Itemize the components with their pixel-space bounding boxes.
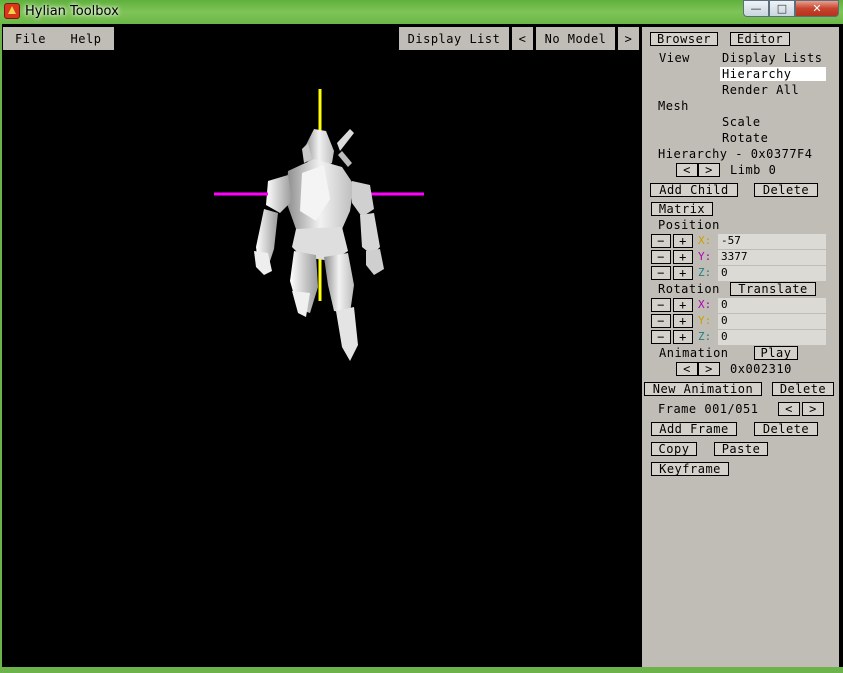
hierarchy-title: Hierarchy - 0x0377F4 [658, 147, 813, 161]
add-child-button[interactable]: Add Child [650, 183, 738, 197]
copy-button[interactable]: Copy [651, 442, 697, 456]
view-option-render-all[interactable]: Render All [722, 83, 799, 97]
file-menu[interactable]: File [3, 27, 58, 50]
rotation-z-axis-label: Z: [698, 330, 712, 343]
translate-button[interactable]: Translate [730, 282, 816, 296]
add-frame-button[interactable]: Add Frame [651, 422, 737, 436]
view-option-hierarchy[interactable]: Hierarchy [720, 67, 826, 81]
position-label: Position [658, 218, 720, 232]
model-weapon [337, 129, 354, 151]
minimize-button[interactable]: — [743, 0, 769, 17]
keyframe-button[interactable]: Keyframe [651, 462, 729, 476]
play-button[interactable]: Play [754, 346, 798, 360]
position-z-minus-button[interactable]: − [651, 266, 671, 280]
model-left-shoulder [266, 175, 292, 213]
position-y-value: 3377 [721, 250, 748, 263]
delete-animation-button[interactable]: Delete [772, 382, 834, 396]
animation-prev-button[interactable]: < [676, 362, 698, 376]
limb-prev-button[interactable]: < [676, 163, 698, 177]
model-right-arm [360, 213, 380, 255]
position-z-axis-label: Z: [698, 266, 712, 279]
rotation-x-field[interactable] [718, 298, 826, 313]
window-controls: — □ ✕ [743, 0, 839, 17]
rotation-x-value: 0 [721, 298, 728, 311]
frame-label: Frame 001/051 [658, 402, 759, 416]
frame-next-button[interactable]: > [802, 402, 824, 416]
rotation-y-plus-button[interactable]: + [673, 314, 693, 328]
model-next-button[interactable]: > [618, 27, 639, 50]
position-y-plus-button[interactable]: + [673, 250, 693, 264]
rotation-x-axis-label: X: [698, 298, 712, 311]
model-prev-button[interactable]: < [512, 27, 533, 50]
model-render [214, 89, 424, 361]
model-right-shoulder [352, 181, 374, 217]
position-z-value: 0 [721, 266, 728, 279]
rotation-y-field[interactable] [718, 314, 826, 329]
position-x-plus-button[interactable]: + [673, 234, 693, 248]
rotation-y-value: 0 [721, 314, 728, 327]
position-y-minus-button[interactable]: − [651, 250, 671, 264]
mesh-option-rotate[interactable]: Rotate [722, 131, 768, 145]
view-label: View [659, 51, 690, 65]
model-right-leg [324, 253, 354, 313]
rotation-label: Rotation [658, 282, 720, 296]
tab-editor[interactable]: Editor [730, 32, 790, 46]
rotation-z-field[interactable] [718, 330, 826, 345]
limb-next-button[interactable]: > [698, 163, 720, 177]
3d-viewport[interactable] [2, 51, 642, 667]
delete-frame-button[interactable]: Delete [754, 422, 818, 436]
rotation-x-plus-button[interactable]: + [673, 298, 693, 312]
position-x-minus-button[interactable]: − [651, 234, 671, 248]
model-name-display: No Model [536, 27, 615, 50]
animation-next-button[interactable]: > [698, 362, 720, 376]
rotation-y-axis-label: Y: [698, 314, 712, 327]
limb-label: Limb 0 [730, 163, 777, 177]
animation-address: 0x002310 [730, 362, 792, 376]
maximize-button[interactable]: □ [769, 0, 795, 17]
display-list-button[interactable]: Display List [399, 27, 509, 50]
tab-browser[interactable]: Browser [650, 32, 718, 46]
app-icon [4, 3, 20, 19]
window-bottom-border [0, 667, 843, 673]
position-z-plus-button[interactable]: + [673, 266, 693, 280]
window-title: Hylian Toolbox [25, 4, 119, 19]
rotation-y-minus-button[interactable]: − [651, 314, 671, 328]
mesh-option-scale[interactable]: Scale [722, 115, 761, 129]
title-bar: Hylian Toolbox — □ ✕ [0, 0, 843, 24]
close-button[interactable]: ✕ [795, 0, 839, 17]
delete-child-button[interactable]: Delete [754, 183, 818, 197]
rotation-z-value: 0 [721, 330, 728, 343]
frame-prev-button[interactable]: < [778, 402, 800, 416]
new-animation-button[interactable]: New Animation [644, 382, 762, 396]
position-x-value: -57 [721, 234, 741, 247]
position-x-axis-label: X: [698, 234, 712, 247]
position-z-field[interactable] [718, 266, 826, 281]
help-menu[interactable]: Help [58, 27, 114, 50]
rotation-z-minus-button[interactable]: − [651, 330, 671, 344]
rotation-z-plus-button[interactable]: + [673, 330, 693, 344]
paste-button[interactable]: Paste [714, 442, 768, 456]
matrix-button[interactable]: Matrix [651, 202, 713, 216]
position-y-axis-label: Y: [698, 250, 712, 263]
animation-label: Animation [659, 346, 729, 360]
mesh-label: Mesh [658, 99, 689, 113]
view-option-display-lists[interactable]: Display Lists [722, 51, 822, 65]
rotation-x-minus-button[interactable]: − [651, 298, 671, 312]
